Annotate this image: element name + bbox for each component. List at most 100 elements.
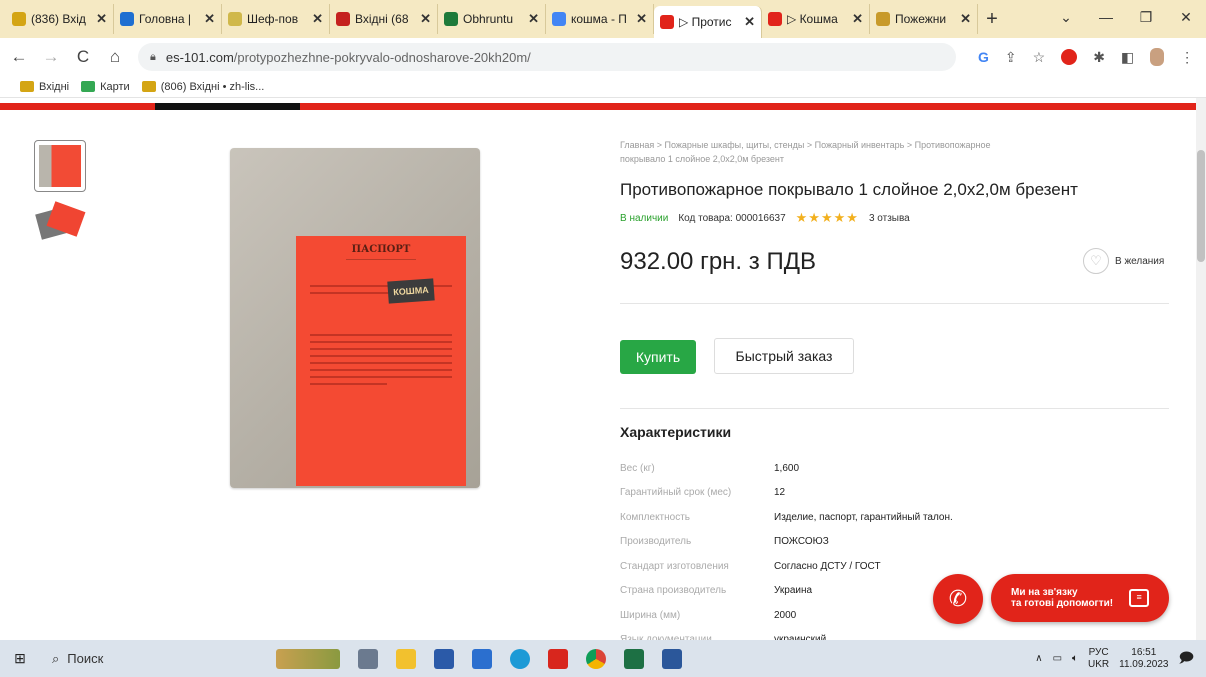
browser-tab[interactable]: (836) Вхід ✕ (6, 4, 114, 34)
help-line-2: та готові допомогти! (1011, 598, 1114, 609)
tab-search-icon[interactable]: ⌄ (1046, 9, 1086, 26)
extensions-icon[interactable]: ✱ (1093, 49, 1105, 66)
tab-close-icon[interactable]: ✕ (636, 11, 647, 27)
tab-close-icon[interactable]: ✕ (420, 11, 431, 27)
tab-title: (836) Вхід (31, 12, 86, 26)
browser-tab[interactable]: ▷ Протис ✕ (654, 6, 762, 38)
google-icon[interactable]: G (978, 49, 989, 65)
bookmark-maps[interactable]: Карти (81, 81, 130, 93)
wishlist-label: В желания (1115, 255, 1165, 267)
tab-favicon-icon (552, 12, 566, 26)
search-icon: ⌕ (52, 650, 60, 666)
tab-favicon-icon (228, 12, 242, 26)
taskbar-search[interactable]: ⌕ Поиск (40, 651, 250, 667)
bookmark-inbox-2[interactable]: (806) Вхідні • zh-lis... (141, 81, 264, 93)
sidebar-icon[interactable]: ◧ (1121, 49, 1134, 66)
acrobat-icon[interactable] (548, 648, 568, 669)
notifications-icon[interactable]: 🗩︎ (1178, 647, 1194, 671)
windows-start-icon[interactable]: ⊞ (0, 650, 40, 667)
characteristic-value: 2000 (774, 609, 797, 621)
excel-icon[interactable] (624, 648, 644, 669)
bookmark-inbox[interactable]: Вхідні (20, 81, 69, 93)
browser-tab[interactable]: Шеф-пов ✕ (222, 4, 330, 34)
thumbnail-1[interactable] (34, 140, 86, 192)
chrome-icon[interactable] (586, 648, 606, 669)
reviews-link[interactable]: 3 отзыва (869, 213, 910, 224)
reload-icon[interactable]: C (74, 47, 92, 67)
quick-order-button[interactable]: Быстрый заказ (714, 338, 854, 374)
characteristic-key: Комплектность (620, 511, 691, 523)
browser-tab[interactable]: Головна | ✕ (114, 4, 222, 34)
page-title: Противопожарное покрывало 1 слойное 2,0х… (620, 180, 1078, 199)
characteristic-row: Язык документации украинский (620, 628, 1169, 640)
wishlist-button[interactable]: ♡ В желания (1083, 248, 1164, 274)
call-button[interactable]: ✆ (933, 574, 983, 624)
divider (620, 303, 1169, 304)
characteristic-key: Производитель (620, 536, 692, 548)
network-icon[interactable]: ▭ (1053, 653, 1062, 664)
chat-widget-button[interactable]: Ми на зв'язку та готові допомогти! ≡ (991, 574, 1169, 622)
new-tab-button[interactable]: + (978, 8, 1006, 31)
profile-avatar[interactable] (1150, 48, 1165, 66)
browser-tab[interactable]: Пожежни ✕ (870, 4, 978, 34)
mail-icon (20, 81, 34, 92)
tab-close-icon[interactable]: ✕ (312, 11, 323, 27)
tab-close-icon[interactable]: ✕ (744, 14, 755, 30)
forward-icon[interactable]: → (42, 47, 60, 67)
tab-close-icon[interactable]: ✕ (96, 11, 107, 27)
word-icon[interactable] (662, 648, 682, 669)
language-indicator[interactable]: РУС UKR (1088, 647, 1109, 671)
url-host: es-101.com (165, 49, 234, 65)
site-nav-bar (0, 103, 1196, 110)
browser-tab[interactable]: ▷ Кошма ✕ (762, 4, 870, 34)
characteristic-value: Украина (774, 585, 813, 597)
characteristic-key: Ширина (мм) (620, 609, 681, 621)
tab-close-icon[interactable]: ✕ (204, 11, 215, 27)
task-view-icon[interactable] (358, 648, 378, 669)
volume-icon[interactable]: 🔈︎ (1072, 653, 1078, 664)
address-bar[interactable]: 🔒︎ es-101.com/protypozhezhne-pokryvalo-o… (138, 43, 956, 71)
file-explorer-icon[interactable] (396, 648, 416, 669)
tray-chevron-icon[interactable]: ∧ (1035, 653, 1042, 664)
characteristic-value: 12 (774, 487, 786, 499)
browser-tab[interactable]: Вхідні (68 ✕ (330, 4, 438, 34)
scrollbar-thumb[interactable] (1197, 150, 1205, 262)
clock[interactable]: 16:51 11.09.2023 (1119, 647, 1168, 671)
tab-favicon-icon (336, 12, 350, 26)
passport-text-block (304, 334, 458, 385)
characteristics-heading: Характеристики (620, 424, 732, 440)
edge-icon[interactable] (510, 648, 530, 669)
back-icon[interactable]: ← (10, 47, 28, 67)
characteristic-value: Согласно ДСТУ / ГОСТ (774, 560, 881, 572)
minimize-button[interactable]: — (1086, 9, 1126, 25)
product-image[interactable]: ПАСПОРТ —————————————— КОШМА (230, 148, 480, 488)
share-icon[interactable]: ⇪ (1005, 49, 1017, 66)
maximize-button[interactable]: ❐ (1126, 9, 1166, 26)
weather-widget-icon[interactable] (276, 648, 340, 669)
clock-time: 16:51 (1131, 646, 1157, 658)
window-controls: ⌄ — ❐ ✕ (1046, 0, 1206, 34)
adblock-icon[interactable] (1061, 49, 1078, 65)
mail-app-icon[interactable] (472, 648, 492, 669)
browser-tab[interactable]: Obhruntu ✕ (438, 4, 546, 34)
tab-close-icon[interactable]: ✕ (852, 11, 863, 27)
characteristic-key: Вес (кг) (620, 462, 655, 474)
lang-bottom: UKR (1088, 658, 1110, 670)
breadcrumb[interactable]: Главная > Пожарные шкафы, щиты, стенды >… (620, 138, 1000, 166)
tab-close-icon[interactable]: ✕ (960, 11, 971, 27)
buy-button[interactable]: Купить (620, 340, 696, 374)
home-icon[interactable]: ⌂ (106, 47, 124, 67)
phone-icon: ✆ (948, 586, 968, 611)
close-window-button[interactable]: ✕ (1166, 9, 1206, 26)
store-icon[interactable] (434, 648, 454, 669)
thumbnail-2[interactable] (34, 200, 86, 242)
taskbar: ⊞ ⌕ Поиск ∧ ▭ 🔈︎ РУС UKR 16:51 11.09.2023 🗩… (0, 640, 1206, 677)
characteristic-key: Страна производитель (620, 585, 727, 597)
bookmark-star-icon[interactable]: ☆ (1033, 49, 1046, 66)
passport-brand: КОШМА (387, 278, 435, 304)
page-scrollbar[interactable] (1196, 98, 1206, 640)
tab-close-icon[interactable]: ✕ (528, 11, 539, 27)
browser-tab[interactable]: кошма - П ✕ (546, 4, 654, 34)
rating-stars[interactable]: ★★★★★ (796, 210, 859, 226)
menu-icon[interactable]: ⋮ (1180, 49, 1194, 66)
